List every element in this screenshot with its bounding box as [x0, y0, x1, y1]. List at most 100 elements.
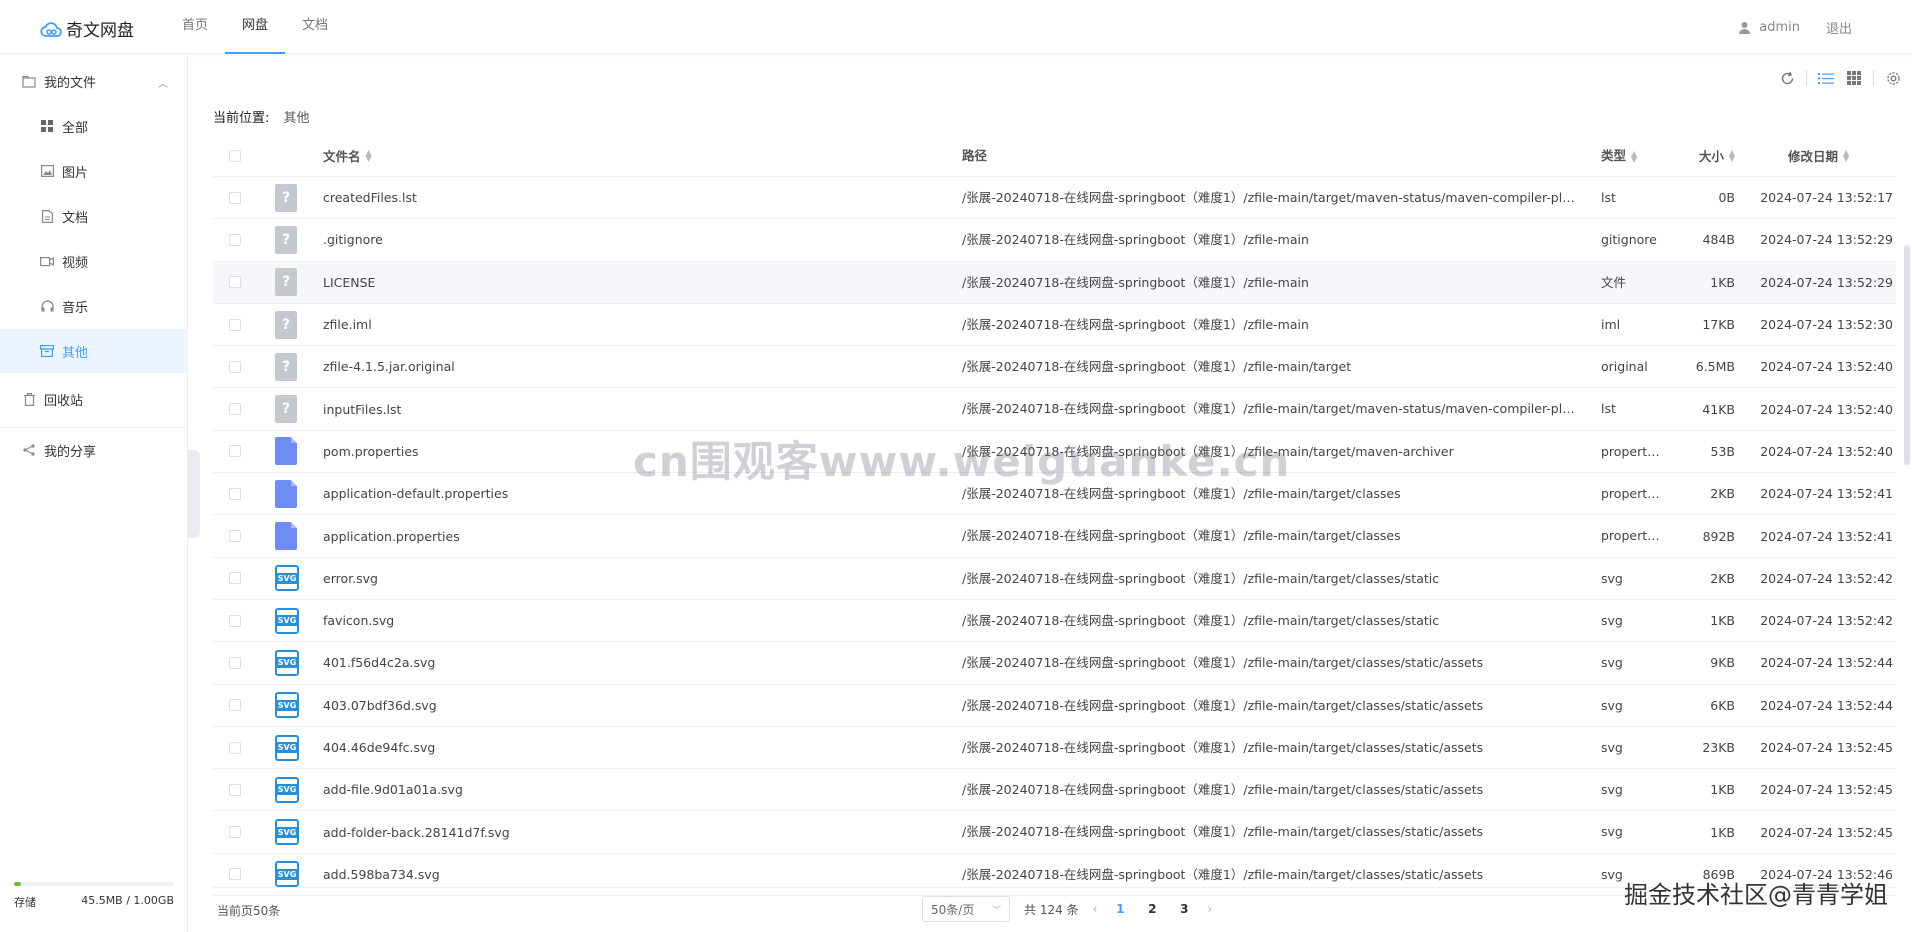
table-row[interactable]: pom.properties /张展-20240718-在线网盘-springb…	[213, 431, 1896, 474]
sort-icon[interactable]: ▲ ▼	[1729, 148, 1735, 162]
row-checkbox[interactable]	[229, 741, 241, 754]
row-checkbox[interactable]	[229, 614, 241, 627]
file-path[interactable]: /张展-20240718-在线网盘-springboot（难度1）/zfile-…	[962, 685, 1577, 726]
file-path[interactable]: /张展-20240718-在线网盘-springboot（难度1）/zfile-…	[962, 600, 1577, 641]
table-row[interactable]: ? inputFiles.lst /张展-20240718-在线网盘-sprin…	[213, 388, 1896, 431]
nav-docs[interactable]: 文档	[285, 0, 345, 54]
table-row[interactable]: SVG 403.07bdf36d.svg /张展-20240718-在线网盘-s…	[213, 685, 1896, 727]
header-size[interactable]: 大小 ▲ ▼	[1673, 135, 1735, 176]
file-name[interactable]: pom.properties	[323, 431, 923, 472]
file-path[interactable]: /张展-20240718-在线网盘-springboot（难度1）/zfile-…	[962, 558, 1577, 599]
header-type[interactable]: 类型 ▲ ▼	[1601, 135, 1661, 176]
table-scrollbar[interactable]	[1904, 245, 1910, 465]
row-checkbox[interactable]	[229, 191, 241, 204]
sidebar-my-share[interactable]: 我的分享	[0, 428, 188, 472]
file-name[interactable]: application.properties	[323, 515, 923, 556]
sidebar-item-all[interactable]: 全部	[0, 104, 188, 148]
row-checkbox[interactable]	[229, 572, 241, 585]
table-row[interactable]: ? .gitignore /张展-20240718-在线网盘-springboo…	[213, 219, 1896, 262]
file-path[interactable]: /张展-20240718-在线网盘-springboot（难度1）/zfile-…	[962, 515, 1577, 556]
nav-disk[interactable]: 网盘	[225, 0, 285, 54]
file-path[interactable]: /张展-20240718-在线网盘-springboot（难度1）/zfile-…	[962, 431, 1577, 472]
page-3[interactable]: 3	[1175, 902, 1193, 916]
select-all-checkbox[interactable]	[229, 149, 241, 162]
row-checkbox[interactable]	[229, 699, 241, 712]
table-row[interactable]: ? createdFiles.lst /张展-20240718-在线网盘-spr…	[213, 177, 1896, 220]
row-checkbox[interactable]	[229, 445, 241, 458]
file-path[interactable]: /张展-20240718-在线网盘-springboot（难度1）/zfile-…	[962, 346, 1577, 387]
file-path[interactable]: /张展-20240718-在线网盘-springboot（难度1）/zfile-…	[962, 219, 1577, 260]
file-name[interactable]: zfile.iml	[323, 304, 923, 345]
file-path[interactable]: /张展-20240718-在线网盘-springboot（难度1）/zfile-…	[962, 769, 1577, 810]
row-checkbox[interactable]	[229, 360, 241, 373]
file-name[interactable]: 401.f56d4c2a.svg	[323, 642, 923, 683]
sidebar-item-images[interactable]: 图片	[0, 149, 188, 193]
logout-link[interactable]: 退出	[1826, 18, 1852, 37]
row-checkbox[interactable]	[229, 826, 241, 839]
table-row[interactable]: application.properties /张展-20240718-在线网盘…	[213, 515, 1896, 558]
sidebar-item-docs[interactable]: 文档	[0, 194, 188, 238]
table-row[interactable]: SVG add-folder-back.28141d7f.svg /张展-202…	[213, 811, 1896, 854]
sort-icon[interactable]: ▲ ▼	[1843, 148, 1849, 162]
table-row[interactable]: SVG 404.46de94fc.svg /张展-20240718-在线网盘-s…	[213, 727, 1896, 770]
file-path[interactable]: /张展-20240718-在线网盘-springboot（难度1）/zfile-…	[962, 642, 1577, 683]
grid-view-icon[interactable]	[1845, 69, 1863, 87]
sort-icon[interactable]: ▲ ▼	[366, 148, 372, 162]
page-2[interactable]: 2	[1143, 902, 1161, 916]
sidebar-item-other[interactable]: 其他	[0, 329, 188, 373]
refresh-icon[interactable]	[1778, 69, 1796, 87]
file-name[interactable]: add-folder-back.28141d7f.svg	[323, 811, 923, 852]
logo[interactable]: 奇文网盘	[40, 16, 134, 41]
header-time[interactable]: 修改日期 ▲ ▼	[1788, 135, 1912, 176]
chevron-up-icon[interactable]: ︿	[158, 75, 168, 90]
table-row[interactable]: application-default.properties /张展-20240…	[213, 473, 1896, 516]
gear-icon[interactable]	[1884, 69, 1902, 87]
file-name[interactable]: error.svg	[323, 558, 923, 599]
file-path[interactable]: /张展-20240718-在线网盘-springboot（难度1）/zfile-…	[962, 262, 1577, 303]
table-row[interactable]: ? zfile.iml /张展-20240718-在线网盘-springboot…	[213, 304, 1896, 347]
row-checkbox[interactable]	[229, 783, 241, 796]
sidebar-my-files[interactable]: 我的文件 ︿	[0, 59, 188, 103]
sidebar-item-music[interactable]: 音乐	[0, 284, 188, 328]
row-checkbox[interactable]	[229, 656, 241, 669]
header-name[interactable]: 文件名 ▲ ▼	[323, 135, 923, 176]
file-name[interactable]: zfile-4.1.5.jar.original	[323, 346, 923, 387]
file-path[interactable]: /张展-20240718-在线网盘-springboot（难度1）/zfile-…	[962, 304, 1577, 345]
file-name[interactable]: .gitignore	[323, 219, 923, 260]
sidebar-item-videos[interactable]: 视频	[0, 239, 188, 283]
sort-icon[interactable]: ▲ ▼	[1631, 149, 1637, 163]
table-row[interactable]: SVG add-file.9d01a01a.svg /张展-20240718-在…	[213, 769, 1896, 812]
file-name[interactable]: createdFiles.lst	[323, 177, 923, 218]
page-size-select[interactable]: 50条/页 ﹀	[922, 896, 1010, 922]
sidebar-recycle-bin[interactable]: 回收站	[0, 377, 188, 421]
file-name[interactable]: favicon.svg	[323, 600, 923, 641]
row-checkbox[interactable]	[229, 530, 241, 543]
list-view-icon[interactable]	[1817, 69, 1835, 87]
prev-page-icon[interactable]: ‹	[1093, 902, 1098, 916]
row-checkbox[interactable]	[229, 276, 241, 289]
row-checkbox[interactable]	[229, 868, 241, 881]
row-checkbox[interactable]	[229, 403, 241, 416]
file-name[interactable]: inputFiles.lst	[323, 388, 923, 429]
file-name[interactable]: LICENSE	[323, 262, 923, 303]
file-name[interactable]: 404.46de94fc.svg	[323, 727, 923, 768]
file-name[interactable]: add-file.9d01a01a.svg	[323, 769, 923, 810]
file-path[interactable]: /张展-20240718-在线网盘-springboot（难度1）/zfile-…	[962, 388, 1577, 429]
row-checkbox[interactable]	[229, 487, 241, 500]
file-path[interactable]: /张展-20240718-在线网盘-springboot（难度1）/zfile-…	[962, 811, 1577, 852]
file-name[interactable]: 403.07bdf36d.svg	[323, 685, 923, 726]
table-row[interactable]: ? zfile-4.1.5.jar.original /张展-20240718-…	[213, 346, 1896, 389]
page-1[interactable]: 1	[1111, 902, 1129, 916]
file-path[interactable]: /张展-20240718-在线网盘-springboot（难度1）/zfile-…	[962, 473, 1577, 514]
user-menu[interactable]: admin	[1738, 20, 1800, 35]
row-checkbox[interactable]	[229, 318, 241, 331]
table-row[interactable]: SVG error.svg /张展-20240718-在线网盘-springbo…	[213, 558, 1896, 600]
table-row[interactable]: SVG 401.f56d4c2a.svg /张展-20240718-在线网盘-s…	[213, 642, 1896, 685]
next-page-icon[interactable]: ›	[1207, 902, 1212, 916]
file-path[interactable]: /张展-20240718-在线网盘-springboot（难度1）/zfile-…	[962, 177, 1577, 218]
table-row[interactable]: SVG favicon.svg /张展-20240718-在线网盘-spring…	[213, 600, 1896, 643]
breadcrumb-current[interactable]: 其他	[284, 111, 310, 126]
file-name[interactable]: application-default.properties	[323, 473, 923, 514]
file-path[interactable]: /张展-20240718-在线网盘-springboot（难度1）/zfile-…	[962, 727, 1577, 768]
row-checkbox[interactable]	[229, 233, 241, 246]
